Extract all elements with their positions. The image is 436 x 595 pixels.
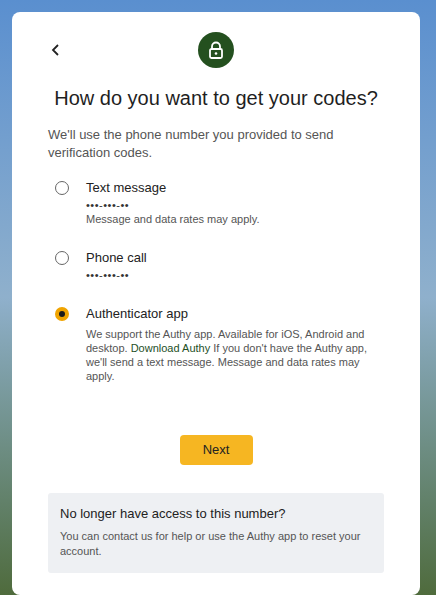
option-label[interactable]: Text message — [86, 180, 259, 196]
next-button[interactable]: Next — [180, 435, 253, 465]
dialog-title: How do you want to get your codes? — [48, 84, 384, 112]
option-body: Phone call •••-•••-•• — [86, 250, 147, 282]
option-row[interactable]: Authenticator app We support the Authy ap… — [48, 306, 384, 383]
button-row: Next — [48, 435, 384, 465]
option-body: Authenticator app We support the Authy ap… — [86, 306, 384, 383]
description-text: If you don't have the Authy app, we'll s… — [86, 342, 367, 382]
lock-badge — [198, 32, 234, 68]
option-note: Message and data rates may apply. — [86, 212, 259, 226]
download-authy-link[interactable]: Download Authy — [131, 342, 211, 354]
option-row[interactable]: Phone call •••-•••-•• — [48, 250, 384, 282]
help-box: No longer have access to this number? You… — [48, 493, 384, 573]
chevron-left-icon — [51, 44, 61, 56]
help-title: No longer have access to this number? — [60, 505, 372, 522]
option-row[interactable]: Text message •••-•••-••Message and data r… — [48, 180, 384, 226]
option-list: Text message•••-•••-••Message and data r… — [48, 180, 384, 383]
back-button[interactable] — [48, 40, 64, 60]
radio-dot — [59, 311, 65, 317]
masked-phone: •••-•••-•• — [86, 198, 259, 212]
masked-phone: •••-•••-•• — [86, 268, 147, 282]
radio-button[interactable] — [55, 307, 69, 321]
option-label[interactable]: Authenticator app — [86, 306, 384, 322]
dialog-card: How do you want to get your codes? We'll … — [12, 12, 420, 595]
option-label[interactable]: Phone call — [86, 250, 147, 266]
dialog-subtitle: We'll use the phone number you provided … — [48, 126, 384, 162]
option-body: Text message •••-•••-••Message and data r… — [86, 180, 259, 226]
radio-button[interactable] — [55, 251, 69, 265]
option-description: We support the Authy app. Available for … — [86, 327, 384, 383]
radio-button[interactable] — [55, 181, 69, 195]
header-row — [48, 32, 384, 68]
help-text: You can contact us for help or use the A… — [60, 529, 372, 559]
background-photo: How do you want to get your codes? We'll … — [0, 0, 436, 595]
lock-icon — [208, 41, 224, 59]
